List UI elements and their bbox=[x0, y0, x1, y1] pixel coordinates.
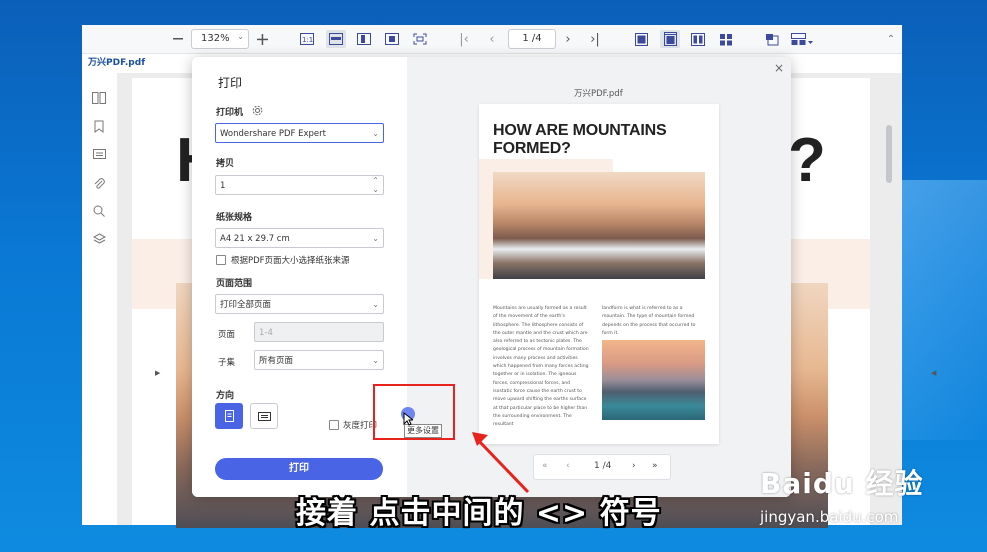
zoom-in-icon[interactable] bbox=[254, 30, 270, 48]
actual-size-icon[interactable]: 1:1 bbox=[298, 30, 316, 48]
continuous-icon[interactable] bbox=[660, 30, 680, 48]
preview-text-right: landform is what is referred to as a mou… bbox=[602, 306, 696, 336]
comment-icon[interactable] bbox=[91, 149, 107, 165]
desktop-background-glow bbox=[897, 180, 987, 440]
layers-icon[interactable] bbox=[91, 233, 107, 249]
fit-visible-icon[interactable] bbox=[383, 30, 401, 48]
two-page-icon[interactable] bbox=[689, 30, 707, 48]
attachment-icon[interactable] bbox=[91, 177, 107, 193]
preview-next-icon[interactable]: › bbox=[632, 461, 636, 471]
fullscreen-icon[interactable] bbox=[411, 30, 429, 48]
page-heading-fragment: ? bbox=[788, 126, 826, 195]
zoom-select[interactable]: 132% ⌄ bbox=[191, 29, 249, 49]
thumbnails-icon[interactable] bbox=[91, 92, 107, 108]
preview-mountain-image bbox=[493, 172, 705, 279]
chevron-down-icon: ⌄ bbox=[237, 32, 244, 41]
preview-page: HOW ARE MOUNTAINS FORMED? Mountains are … bbox=[479, 104, 719, 444]
preview-text-left: Mountains are usually formed as a result… bbox=[493, 306, 589, 428]
caption: 接着 点击中间的 <> 符号 bbox=[296, 496, 662, 531]
zoom-out-icon[interactable] bbox=[170, 30, 186, 48]
preview-first-icon[interactable]: « bbox=[542, 461, 548, 471]
collapse-left-panel-icon[interactable]: ▶ bbox=[155, 369, 160, 377]
last-page-icon[interactable]: ›| bbox=[587, 30, 603, 48]
first-page-icon[interactable]: |‹ bbox=[457, 30, 471, 48]
bookmark-icon[interactable] bbox=[91, 120, 107, 136]
collapse-icon[interactable]: ⌃ bbox=[884, 30, 898, 48]
left-sidebar bbox=[82, 73, 118, 525]
ocr-icon[interactable] bbox=[763, 30, 781, 48]
preview-prev-icon[interactable]: ‹ bbox=[566, 461, 570, 471]
zoom-value: 132% bbox=[201, 33, 230, 44]
more-settings-tooltip: 更多设置 bbox=[404, 424, 442, 438]
toolbar: 132% ⌄ 1:1 |‹ ‹ 1 /4 › ›| ⌃ bbox=[82, 25, 902, 54]
watermark-url: jingyan.baidu.com bbox=[760, 508, 899, 526]
fit-page-icon[interactable] bbox=[355, 30, 373, 48]
prev-page-icon[interactable]: ‹ bbox=[485, 30, 499, 48]
collapse-right-panel-icon[interactable]: ◀ bbox=[931, 369, 936, 377]
more-view-icon[interactable] bbox=[789, 30, 817, 48]
svg-text:1:1: 1:1 bbox=[302, 36, 313, 44]
next-page-icon[interactable]: › bbox=[561, 30, 575, 48]
mouse-cursor-icon bbox=[403, 412, 413, 426]
preview-page-number: 1 /4 bbox=[594, 461, 612, 471]
preview-page-title: HOW ARE MOUNTAINS FORMED? bbox=[493, 122, 667, 157]
two-page-scroll-icon[interactable] bbox=[717, 30, 735, 48]
page-number-input[interactable]: 1 /4 bbox=[508, 29, 556, 49]
watermark: Baidu 经验 bbox=[760, 467, 924, 500]
single-page-icon[interactable] bbox=[632, 30, 650, 48]
search-icon[interactable] bbox=[91, 205, 107, 221]
preview-pager: « ‹ 1 /4 › » bbox=[533, 454, 671, 480]
fit-width-icon[interactable] bbox=[326, 30, 346, 48]
preview-lake-image bbox=[602, 340, 705, 420]
vertical-scrollbar[interactable] bbox=[886, 125, 892, 183]
preview-last-icon[interactable]: » bbox=[652, 461, 658, 471]
